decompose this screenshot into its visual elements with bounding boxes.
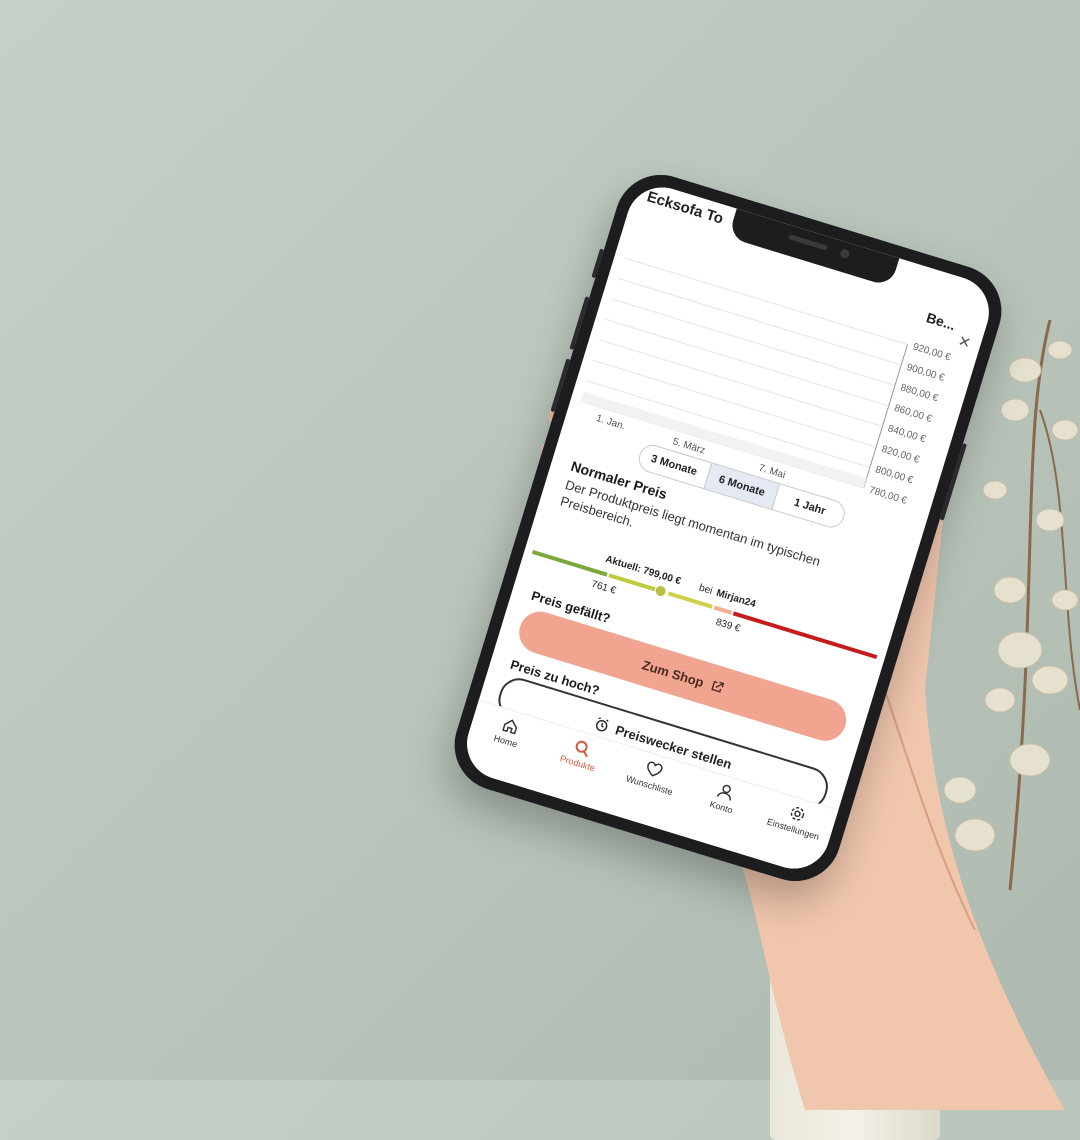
- y-tick-label: 780,00 €: [868, 485, 909, 507]
- to-shop-label: Zum Shop: [640, 656, 706, 690]
- gridline: [605, 318, 889, 407]
- user-icon: [716, 784, 732, 801]
- heart-icon: [647, 761, 663, 777]
- gridline: [592, 359, 877, 448]
- y-tick-label: 800,00 €: [874, 464, 915, 486]
- gear-icon: [791, 807, 805, 821]
- gridline: [611, 298, 896, 386]
- current-price-label: Aktuell: 799,00 €: [603, 553, 683, 588]
- y-tick-label: 820,00 €: [880, 444, 921, 466]
- external-link-icon: [711, 680, 725, 693]
- low-price-label: 761 €: [590, 578, 618, 597]
- y-tick-label: 860,00 €: [893, 403, 934, 425]
- gridline: [618, 277, 902, 366]
- shop-prefix: bei: [697, 582, 714, 597]
- y-tick-label: 840,00 €: [886, 423, 927, 445]
- alarm-clock-icon: [595, 717, 609, 732]
- y-tick-label: 900,00 €: [905, 362, 946, 384]
- home-icon: [501, 719, 517, 735]
- gridline: [586, 380, 871, 468]
- high-price-label: 839 €: [714, 616, 742, 635]
- current-price-marker: [653, 583, 669, 599]
- y-tick-label: 880,00 €: [899, 382, 940, 404]
- y-tick-label: 920,00 €: [911, 341, 952, 363]
- search-icon: [575, 740, 588, 758]
- x-tick-label: 1. Jan.: [595, 413, 627, 432]
